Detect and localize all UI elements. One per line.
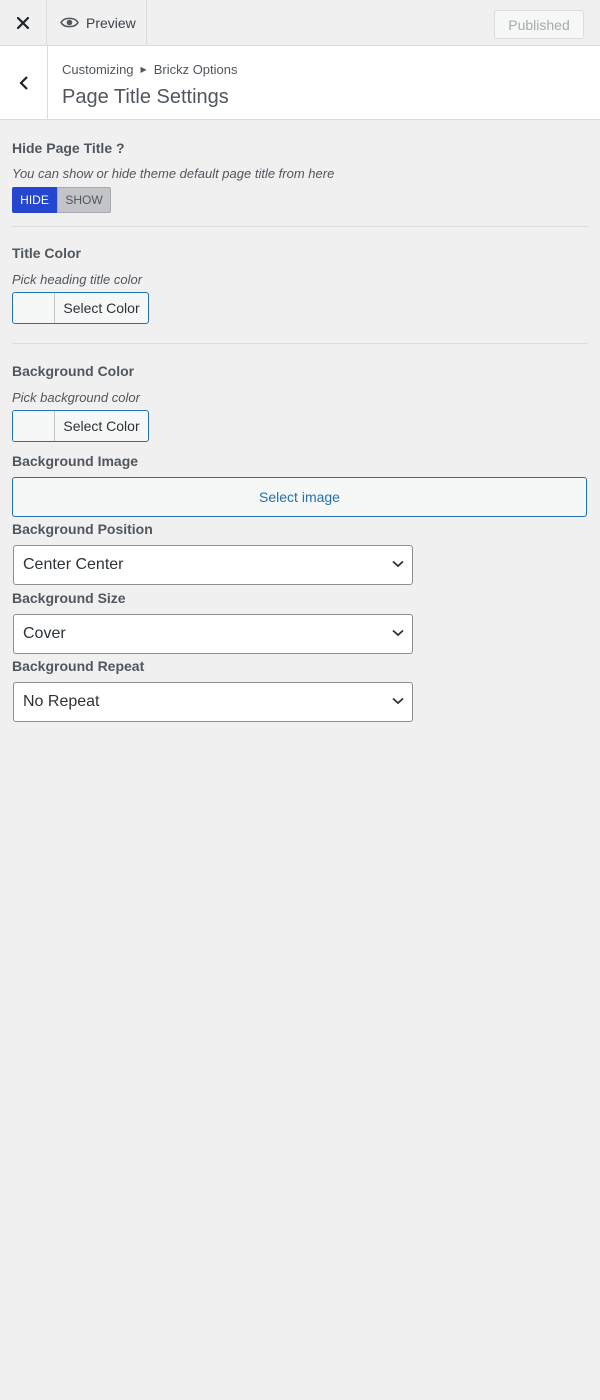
- breadcrumb-root: Customizing: [62, 62, 134, 77]
- background-color-heading: Background Color: [12, 363, 135, 379]
- select-color-label: Select Color: [63, 300, 140, 316]
- breadcrumb-parent: Brickz Options: [153, 62, 238, 77]
- breadcrumb: Customizing ▶ Brickz Options: [62, 62, 238, 77]
- toggle-hide-option[interactable]: HIDE: [12, 187, 57, 213]
- preview-label: Preview: [86, 14, 136, 31]
- color-swatch: [13, 411, 55, 441]
- background-color-picker-button[interactable]: Select Color: [12, 410, 149, 442]
- background-repeat-value: No Repeat: [23, 693, 100, 710]
- chevron-down-icon: [392, 560, 404, 568]
- title-color-picker-button[interactable]: Select Color: [12, 292, 149, 324]
- back-button[interactable]: [0, 46, 48, 119]
- background-repeat-select[interactable]: No Repeat: [13, 682, 413, 722]
- background-size-value: Cover: [23, 625, 66, 642]
- color-swatch: [13, 293, 55, 323]
- divider: [12, 226, 588, 227]
- hide-show-toggle: HIDE SHOW: [12, 187, 111, 213]
- background-position-select[interactable]: Center Center: [13, 545, 413, 585]
- background-position-value: Center Center: [23, 556, 124, 573]
- select-image-button[interactable]: Select image: [12, 477, 587, 517]
- page-title: Page Title Settings: [62, 86, 229, 108]
- chevron-down-icon: [392, 629, 404, 637]
- hide-title-heading: Hide Page Title ?: [12, 140, 125, 156]
- hide-title-description: You can show or hide theme default page …: [12, 166, 335, 181]
- eye-icon: [60, 17, 79, 28]
- background-color-description: Pick background color: [12, 390, 140, 405]
- divider: [12, 343, 588, 344]
- background-repeat-heading: Background Repeat: [12, 658, 145, 674]
- background-size-select[interactable]: Cover: [13, 614, 413, 654]
- background-image-heading: Background Image: [12, 453, 139, 469]
- section-header: Customizing ▶ Brickz Options Page Title …: [0, 46, 600, 120]
- breadcrumb-separator-icon: ▶: [140, 65, 147, 74]
- published-button[interactable]: Published: [494, 10, 584, 39]
- toggle-show-option[interactable]: SHOW: [57, 187, 111, 213]
- close-icon: [17, 16, 29, 29]
- title-color-description: Pick heading title color: [12, 272, 143, 287]
- title-color-heading: Title Color: [12, 245, 81, 261]
- select-color-label: Select Color: [63, 418, 140, 434]
- preview-button[interactable]: Preview: [47, 0, 147, 45]
- chevron-left-icon: [18, 75, 28, 90]
- customizer-header: Preview Published: [0, 0, 600, 46]
- background-position-heading: Background Position: [12, 521, 153, 537]
- chevron-down-icon: [392, 697, 404, 705]
- close-button[interactable]: [0, 0, 47, 45]
- background-size-heading: Background Size: [12, 590, 126, 606]
